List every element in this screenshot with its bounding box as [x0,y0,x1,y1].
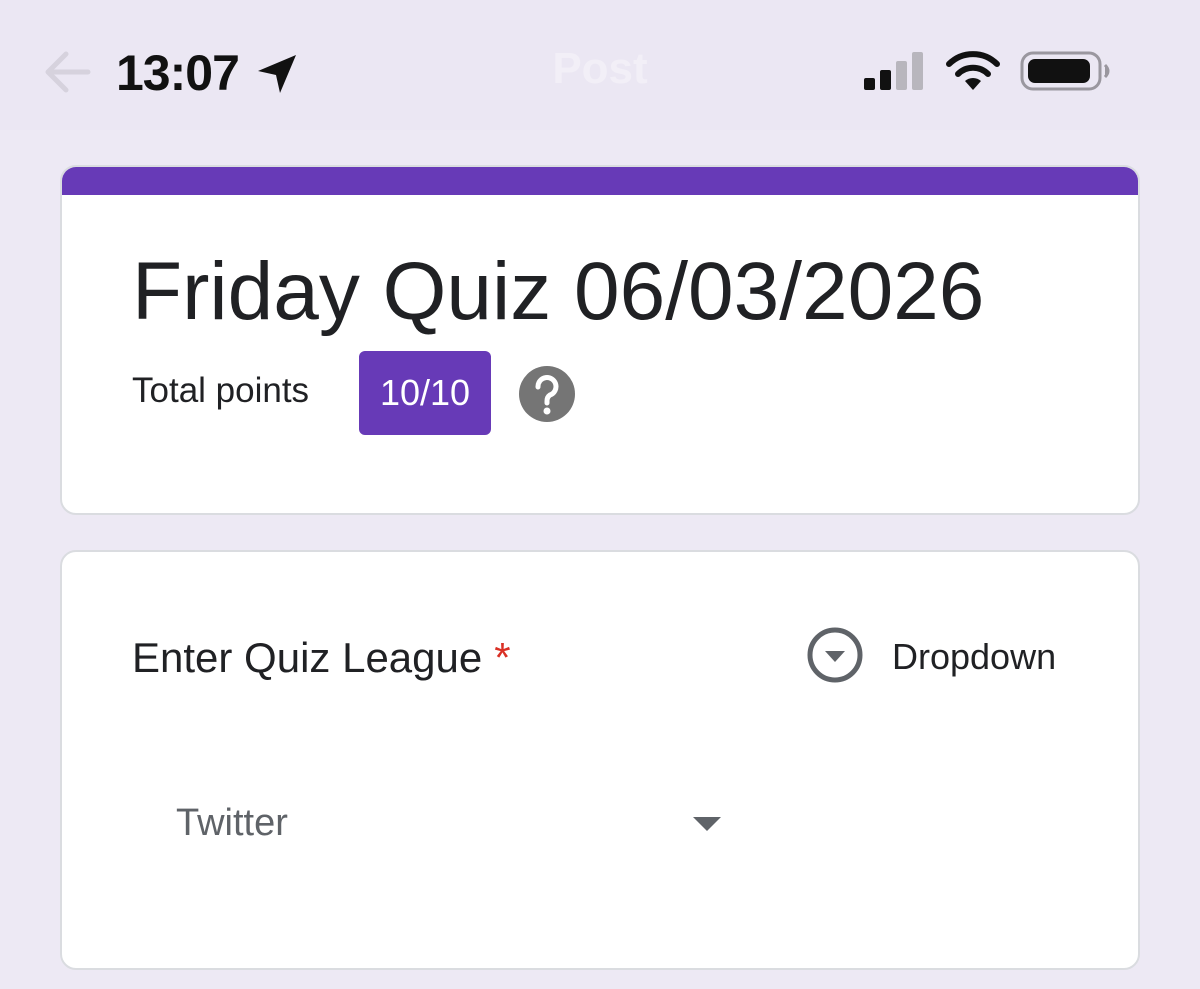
help-question-icon[interactable] [518,365,576,423]
accent-bar [62,167,1138,195]
question-card: Enter Quiz League * Dropdown Twitter [60,550,1140,970]
wifi-icon [946,51,1000,90]
signal-icon [864,52,923,90]
question-title: Enter Quiz League * [132,634,511,682]
form-header-card: Friday Quiz 06/03/2026 Total points 10/1… [60,165,1140,515]
status-bar: Post 13:07 [0,0,1200,130]
score-badge: 10/10 [359,351,491,435]
dropdown-circle-icon [807,627,863,683]
question-type-label: Dropdown [892,636,1057,677]
caret-down-icon [693,817,721,831]
selected-value: Twitter [176,802,288,844]
form-title: Friday Quiz 06/03/2026 [132,246,985,337]
total-points-label: Total points [132,371,310,410]
location-arrow-icon [258,55,296,93]
battery-icon [1020,51,1110,91]
question-title-text: Enter Quiz League [132,634,483,681]
required-marker: * [494,634,511,681]
status-time: 13:07 [116,45,240,101]
league-dropdown[interactable]: Twitter [172,790,732,860]
